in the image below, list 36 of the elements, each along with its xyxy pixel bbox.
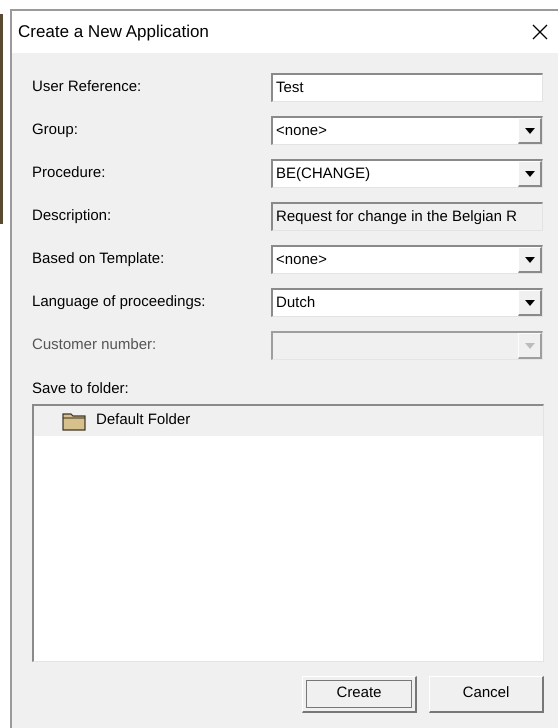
caret-down-icon [524,256,534,262]
field-label: Customer number: [32,335,156,356]
field-label: Group: [32,120,78,140]
field-label: Procedure: [32,163,106,184]
caret-down-icon [524,300,534,306]
caret-down-icon [524,342,534,348]
dropdown-arrow-button[interactable] [518,161,542,187]
dropdown-arrow-button[interactable] [518,247,542,273]
field-value: Test [275,78,304,98]
window-title: Create a New Application [18,21,209,44]
folder-name: Default Folder [96,410,190,430]
field-value: BE(CHANGE) [275,164,370,184]
field-label: Based on Template: [32,249,164,270]
field-value: Request for change in the Belgian R [275,206,517,227]
close-icon [532,24,548,40]
dropdown-arrow-button[interactable] [518,118,542,144]
field-label: User Reference: [32,77,142,98]
field-label: Language of proceedings: [32,292,206,312]
dropdown-field[interactable]: BE(CHANGE) [271,159,543,188]
folder-item[interactable]: Default Folder [34,406,543,436]
dropdown-field[interactable]: Dutch [271,288,543,317]
field-value: Dutch [275,292,316,313]
dropdown-field[interactable]: <none> [271,245,543,274]
dialog-button[interactable]: Create [302,676,417,712]
field-label: Description: [32,206,112,226]
folder-label: Save to folder: [32,379,130,399]
dropdown-field[interactable]: <none> [271,116,543,145]
field-value: <none> [275,120,327,141]
field-value: <none> [275,250,327,270]
text-field[interactable]: Test [271,73,543,102]
dropdown-arrow-button[interactable] [518,290,542,316]
read-only-field[interactable]: Request for change in the Belgian R [271,202,543,231]
caret-down-icon [524,128,534,134]
dialog-button[interactable]: Cancel [429,676,544,712]
folder-icon [62,410,86,430]
caret-down-icon [524,170,534,176]
